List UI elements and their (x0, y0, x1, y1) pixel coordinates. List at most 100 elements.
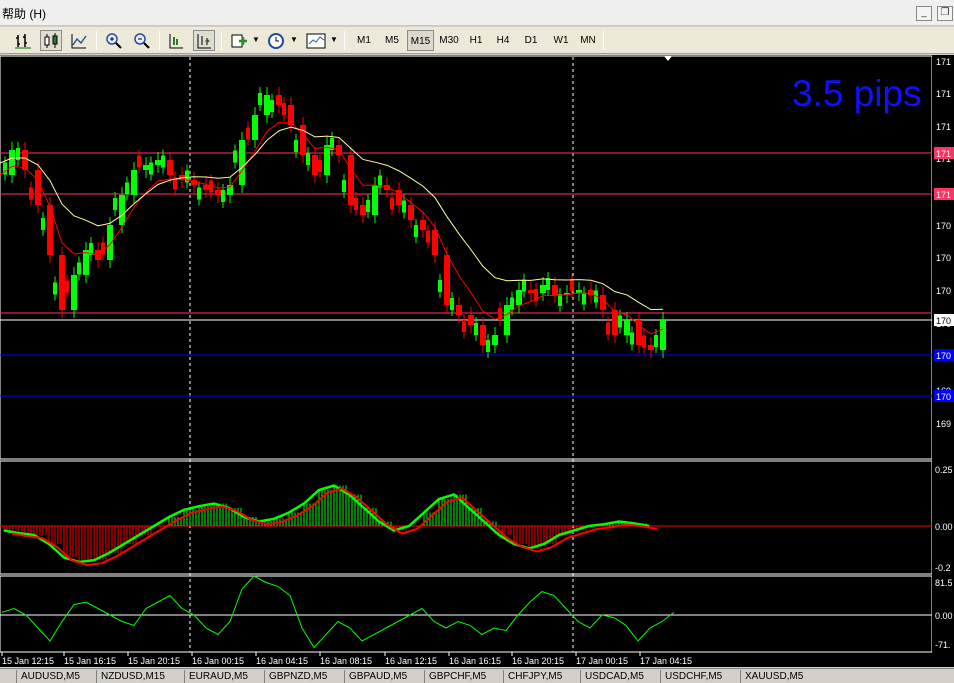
candle-body (155, 160, 161, 165)
symbol-tab[interactable]: GBPCHF,M5 (424, 670, 490, 683)
candle-body (492, 335, 498, 345)
chart-window[interactable]: 1711711711711711701701701701701691691711… (0, 55, 954, 667)
time-axis-label: 16 Jan 16:15 (449, 656, 501, 666)
candle-body (203, 185, 209, 190)
candle-body (312, 155, 318, 175)
indicators-dropdown-icon[interactable]: ▼ (252, 35, 260, 44)
candle-body (276, 95, 282, 105)
price-level-tag-text: 170 (936, 316, 951, 326)
candle-body (264, 95, 270, 115)
candle-body (612, 310, 618, 335)
price-axis-label: 170 (936, 221, 951, 231)
candle-body (9, 150, 15, 175)
chart-shift-icon[interactable] (165, 30, 187, 51)
timeframe-h1[interactable]: H1 (465, 30, 487, 51)
candle-body (215, 190, 221, 195)
price-chart[interactable]: 1711711711711711701701701701701691691711… (0, 55, 954, 667)
candle-body (624, 320, 630, 335)
zoom-out-icon[interactable] (131, 30, 153, 51)
macd-axis-label: 0.25 (935, 465, 953, 475)
timeframe-m1[interactable]: M1 (352, 30, 376, 51)
candle-body (456, 305, 462, 315)
templates-icon[interactable] (305, 30, 327, 51)
candle-body (348, 155, 354, 205)
periods-icon[interactable] (265, 30, 287, 51)
restore-icon[interactable]: ❐ (937, 6, 953, 21)
candle-body (107, 225, 113, 260)
time-axis-label: 17 Jan 04:15 (640, 656, 692, 666)
symbol-tab[interactable]: CHFJPY,M5 (503, 670, 566, 683)
candlestick-icon[interactable] (40, 30, 62, 51)
symbol-tab[interactable]: GBPAUD,M5 (344, 670, 411, 683)
menu-bar: 帮助 (H) _ ❐ (0, 0, 954, 26)
price-axis-label: 170 (936, 253, 951, 263)
candle-body (504, 305, 510, 335)
periods-dropdown-icon[interactable]: ▼ (290, 35, 298, 44)
candle-body (360, 205, 366, 215)
price-level-tag-text: 171 (936, 190, 951, 200)
timeframe-m30[interactable]: M30 (436, 30, 462, 51)
timeframe-mn[interactable]: MN (576, 30, 600, 51)
toolbar-separator (221, 31, 222, 50)
candle-body (59, 255, 65, 310)
macd-main-line (3, 484, 650, 564)
symbol-tab[interactable]: NZDUSD,M15 (96, 670, 169, 683)
candle-body (408, 205, 414, 220)
symbol-tab[interactable]: GBPNZD,M5 (264, 670, 331, 683)
symbol-tab[interactable]: USDCHF,M5 (660, 670, 726, 683)
toolbar-separator (96, 31, 97, 50)
symbol-tab[interactable]: EURAUD,M5 (184, 670, 252, 683)
timeframe-h4[interactable]: H4 (492, 30, 514, 51)
toolbar-separator (344, 31, 345, 50)
time-axis-label: 15 Jan 20:15 (128, 656, 180, 666)
candle-body (516, 290, 522, 305)
price-axis-label: 171 (936, 89, 951, 99)
symbol-tabs: AUDUSD,M5 NZDUSD,M15 EURAUD,M5 GBPNZD,M5… (0, 668, 954, 683)
toolbar-separator (159, 31, 160, 50)
minimize-icon[interactable]: _ (916, 6, 932, 21)
timeframe-d1[interactable]: D1 (520, 30, 542, 51)
candle-body (239, 140, 245, 185)
price-axis-label: 171 (936, 57, 951, 67)
templates-dropdown-icon[interactable]: ▼ (330, 35, 338, 44)
candle-body (540, 285, 546, 293)
candle-body (648, 345, 654, 350)
symbol-tab[interactable]: USDCAD,M5 (580, 670, 648, 683)
candle-body (324, 145, 330, 175)
candle-body (83, 250, 89, 275)
price-level-tag-text: 171 (936, 149, 951, 159)
time-axis-label: 16 Jan 08:15 (320, 656, 372, 666)
indicators-icon[interactable] (228, 30, 250, 51)
candle-body (119, 195, 125, 225)
timeframe-m5[interactable]: M5 (380, 30, 404, 51)
time-axis-label: 16 Jan 04:15 (256, 656, 308, 666)
symbol-tab[interactable]: XAUUSD,M5 (740, 670, 807, 683)
time-axis-label: 16 Jan 12:15 (385, 656, 437, 666)
timeframe-m15[interactable]: M15 (407, 30, 434, 51)
candle-body (288, 105, 294, 125)
chart-shift-marker (664, 56, 672, 61)
timeframe-w1[interactable]: W1 (549, 30, 573, 51)
menu-help[interactable]: 帮助 (H) (2, 5, 46, 22)
bar-chart-icon[interactable] (12, 30, 34, 51)
candle-body (600, 295, 606, 310)
symbol-tab[interactable]: AUDUSD,M5 (16, 670, 84, 683)
time-axis-label: 16 Jan 20:15 (512, 656, 564, 666)
macd-axis-label: -0.2 (935, 563, 951, 573)
time-axis-label: 16 Jan 00:15 (192, 656, 244, 666)
candle-body (444, 255, 450, 305)
autoscroll-icon[interactable] (193, 30, 215, 51)
candle-body (143, 165, 149, 170)
candle-body (372, 185, 378, 215)
time-axis-label: 15 Jan 12:15 (2, 656, 54, 666)
time-axis-label: 17 Jan 00:15 (576, 656, 628, 666)
candle-body (468, 315, 474, 325)
oscillator-axis-label: 0.00 (935, 611, 953, 621)
candle-body (660, 320, 666, 350)
zoom-in-icon[interactable] (103, 30, 125, 51)
candle-body (71, 275, 77, 310)
toolbar: ▼ ▼ ▼ M1 M5 M15 M30 H1 H4 D1 W1 MN (0, 27, 954, 54)
time-axis-label: 15 Jan 16:15 (64, 656, 116, 666)
candle-body (252, 115, 258, 140)
line-chart-icon[interactable] (68, 30, 90, 51)
